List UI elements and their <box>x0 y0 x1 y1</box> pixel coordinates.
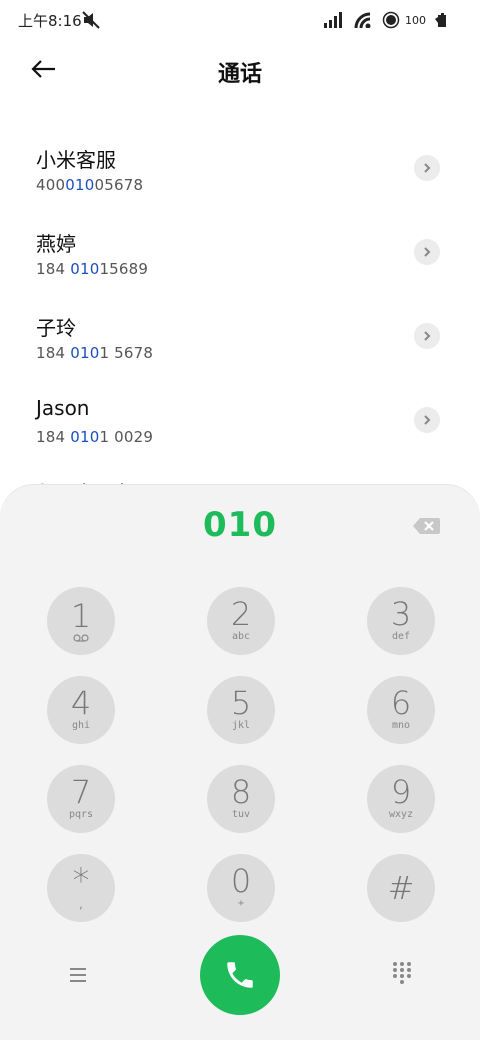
page-title: 通话 <box>217 62 262 87</box>
number-suffix: 1 5678 <box>99 344 154 362</box>
contact-number: 184 0101 0029 <box>36 428 153 446</box>
dial-number-display[interactable]: 010 <box>0 505 480 545</box>
number-prefix: 400 <box>36 176 66 194</box>
contact-row[interactable]: 小米客服 40001005678 <box>0 126 480 210</box>
key-7[interactable]: 7 pqrs <box>47 765 115 833</box>
contact-row[interactable]: 子玲 184 0101 5678 <box>0 294 480 378</box>
key-digit: 0 <box>230 862 252 900</box>
key-letters: def <box>391 631 411 642</box>
dialer-panel: 010 1 2 abc 3 def 4 ghi 5 jkl 6 mno 7 pq… <box>0 485 480 1040</box>
phone-icon <box>227 962 253 988</box>
chevron-right-icon <box>424 415 431 425</box>
key-letters: ghi <box>71 720 91 731</box>
menu-icon <box>70 968 86 982</box>
key-letters: mno <box>391 720 411 731</box>
contact-detail-button[interactable] <box>414 239 440 265</box>
contact-name: Jason <box>36 396 90 420</box>
key-2[interactable]: 2 abc <box>207 587 275 655</box>
contact-number: 184 01015689 <box>36 260 148 278</box>
key-letters: wxyz <box>388 809 414 820</box>
key-digit: 2 <box>230 595 252 633</box>
battery-text: 100 <box>405 13 426 27</box>
wifi-icon <box>354 12 371 28</box>
key-digit: 8 <box>230 773 252 811</box>
number-prefix: 184 <box>36 344 71 362</box>
key-letters: abc <box>231 631 251 642</box>
key-5[interactable]: 5 jkl <box>207 676 275 744</box>
key-letters: pqrs <box>68 809 94 820</box>
keypad: 1 2 abc 3 def 4 ghi 5 jkl 6 mno 7 pqrs 8… <box>0 587 480 927</box>
key-8[interactable]: 8 tuv <box>207 765 275 833</box>
key-6[interactable]: 6 mno <box>367 676 435 744</box>
battery-icon <box>435 13 446 27</box>
key-digit: 7 <box>70 773 92 811</box>
key-3[interactable]: 3 def <box>367 587 435 655</box>
chevron-right-icon <box>424 331 431 341</box>
keypad-toggle-button[interactable] <box>390 961 414 985</box>
chevron-right-icon <box>424 247 431 257</box>
number-match: 010 <box>70 344 100 362</box>
backspace-icon <box>413 518 440 534</box>
contact-row[interactable]: 燕婷 184 01015689 <box>0 210 480 294</box>
key-letters: tuv <box>231 809 251 820</box>
number-suffix: 05678 <box>94 176 144 194</box>
contact-row[interactable]: Jason 184 0101 0029 <box>0 378 480 462</box>
status-right: 100 <box>324 9 450 31</box>
contact-detail-button[interactable] <box>414 407 440 433</box>
contact-number: 40001005678 <box>36 176 143 194</box>
key-digit: 3 <box>390 595 412 633</box>
number-suffix: 15689 <box>99 260 149 278</box>
key-4[interactable]: 4 ghi <box>47 676 115 744</box>
number-suffix: 1 0029 <box>99 428 154 446</box>
number-prefix: 184 <box>36 428 71 446</box>
circle-icon <box>382 11 400 29</box>
backspace-button[interactable] <box>412 515 440 537</box>
chevron-right-icon <box>424 163 431 173</box>
key-star[interactable]: * , <box>47 854 115 922</box>
key-letters: , <box>77 900 85 911</box>
key-0[interactable]: 0 + <box>207 854 275 922</box>
key-digit: # <box>387 869 415 907</box>
dialpad-icon <box>393 962 411 984</box>
key-digit: 5 <box>230 684 252 722</box>
contact-detail-button[interactable] <box>414 155 440 181</box>
key-digit: * <box>72 861 90 901</box>
key-hash[interactable]: # <box>367 854 435 922</box>
call-button[interactable] <box>200 935 280 1015</box>
contact-number: 184 0101 5678 <box>36 344 153 362</box>
key-digit: 9 <box>390 773 412 811</box>
menu-button[interactable] <box>64 963 92 987</box>
number-match: 010 <box>70 260 100 278</box>
status-bar: 上午8:16 100 <box>0 0 480 40</box>
mute-icon <box>82 11 100 29</box>
contact-name: 子玲 <box>36 316 76 340</box>
key-digit: 1 <box>70 596 92 635</box>
key-letters: + <box>237 898 245 909</box>
key-9[interactable]: 9 wxyz <box>367 765 435 833</box>
signal-icon <box>324 12 342 28</box>
contact-name: 燕婷 <box>36 232 76 256</box>
status-time: 上午8:16 <box>18 12 82 30</box>
key-digit: 6 <box>390 684 412 722</box>
key-digit: 4 <box>70 684 92 722</box>
voicemail-icon <box>73 633 89 642</box>
number-match: 010 <box>65 176 95 194</box>
number-match: 010 <box>70 428 100 446</box>
key-letters: jkl <box>231 720 251 731</box>
key-1[interactable]: 1 <box>47 587 115 655</box>
contact-name: 小米客服 <box>36 148 116 172</box>
number-prefix: 184 <box>36 260 71 278</box>
contact-detail-button[interactable] <box>414 323 440 349</box>
dialer-bottom-bar <box>0 935 480 1015</box>
